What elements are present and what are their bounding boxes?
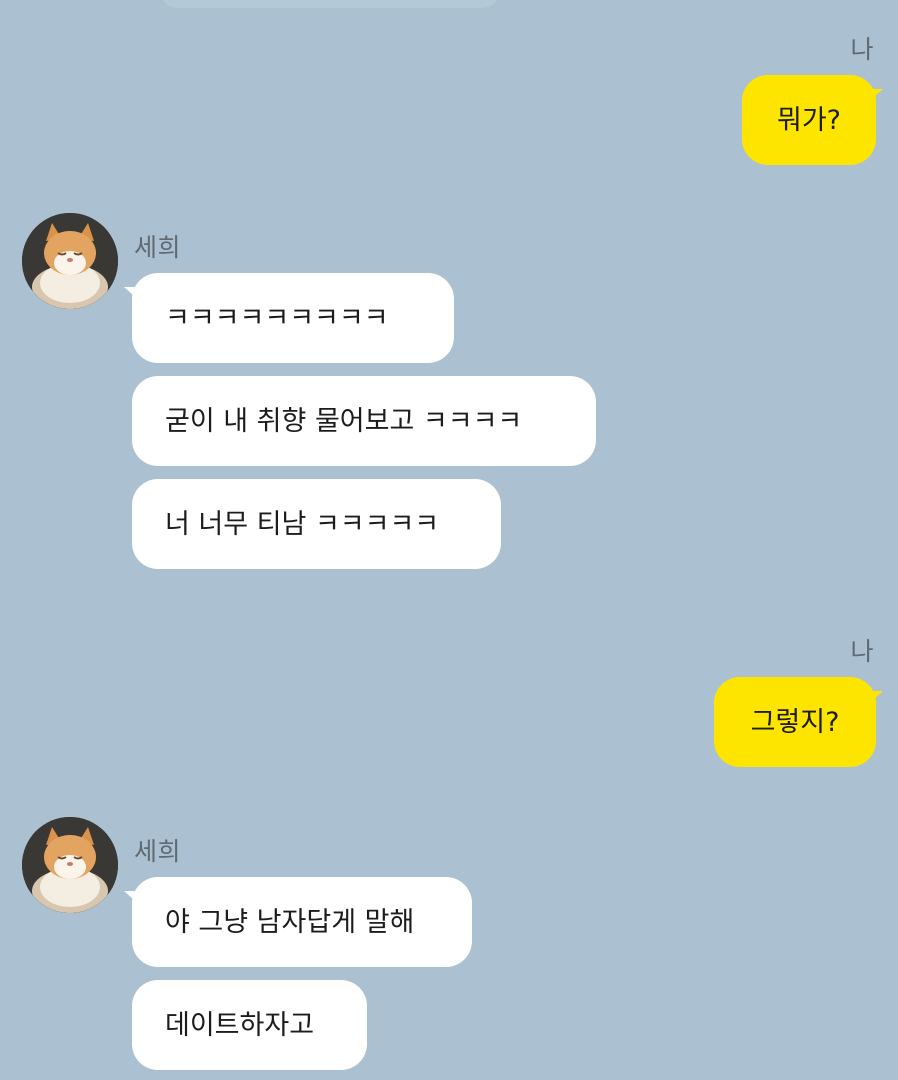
message-bubble-theirs[interactable]: 데이트하자고 [132,980,367,1070]
message-bubble-theirs[interactable]: ㅋㅋㅋㅋㅋㅋㅋㅋㅋ [124,273,454,363]
sender-name: 나 [850,35,874,64]
chat-room: 나 뭐가? 세희 ㅋㅋㅋㅋㅋㅋㅋㅋㅋ 굳이 내 취향 물어보고 ㅋㅋㅋㅋ 너 너… [0,0,898,1080]
sender-name: 세희 [134,837,182,866]
message-bubble-theirs[interactable]: 너 너무 티남 ㅋㅋㅋㅋㅋ [132,479,501,569]
sender-name: 세희 [134,233,182,262]
message-text: 데이트하자고 [165,1009,315,1041]
cat-avatar-icon[interactable] [22,817,118,913]
message-text: 너 너무 티남 ㅋㅋㅋㅋㅋ [165,508,440,540]
message-text: 그렇지? [750,706,840,738]
cat-avatar-icon[interactable] [22,213,118,309]
partial-message-bubble [160,0,500,8]
message-bubble-theirs[interactable]: 굳이 내 취향 물어보고 ㅋㅋㅋㅋ [132,376,596,466]
bubble-tail [124,891,142,907]
message-bubble-mine[interactable]: 그렇지? [714,677,883,767]
message-text: 굳이 내 취향 물어보고 ㅋㅋㅋㅋ [165,405,523,437]
message-text: ㅋㅋㅋㅋㅋㅋㅋㅋㅋ [165,302,389,334]
message-bubble-mine[interactable]: 뭐가? [742,75,883,165]
message-text: 야 그냥 남자답게 말해 [165,906,415,938]
bubble-tail [865,89,883,105]
bubble-tail [865,691,883,707]
message-text: 뭐가? [776,104,841,136]
bubble-tail [124,287,142,303]
message-bubble-theirs[interactable]: 야 그냥 남자답게 말해 [124,877,472,967]
sender-name: 나 [850,637,874,666]
